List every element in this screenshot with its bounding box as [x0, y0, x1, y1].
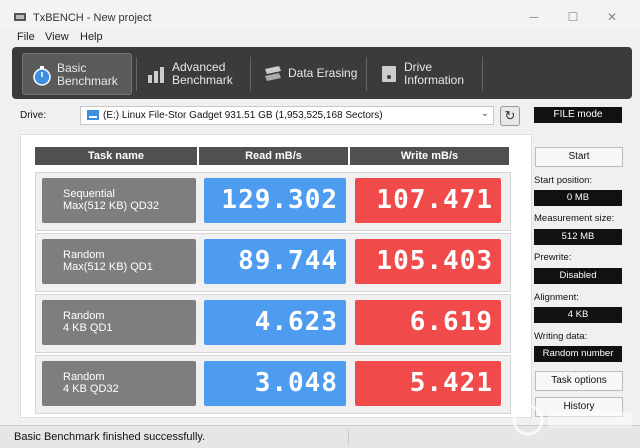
start-button[interactable]: Start — [535, 147, 623, 167]
toolbar-divider — [366, 57, 367, 91]
status-divider — [348, 429, 349, 445]
measurement-size-value[interactable]: 512 MB — [534, 229, 622, 245]
start-position-value[interactable]: 0 MB — [534, 190, 622, 206]
read-value: 3.048 — [204, 361, 346, 406]
file-mode-button[interactable]: FILE mode — [534, 107, 622, 123]
drive-select[interactable]: (E:) Linux File-Stor Gadget 931.51 GB (1… — [80, 106, 494, 125]
menu-bar: File View Help — [0, 30, 640, 45]
drive-selected-value: (E:) Linux File-Stor Gadget 931.51 GB (1… — [103, 110, 383, 121]
task-name-cell: Sequential Max(512 KB) QD32 — [42, 178, 196, 223]
menu-view[interactable]: View — [45, 31, 69, 43]
tab-basic-label: Basic Benchmark — [57, 61, 118, 88]
task-name-cell: Random 4 KB QD1 — [42, 300, 196, 345]
read-value: 129.302 — [204, 178, 346, 223]
write-value: 6.619 — [355, 300, 501, 345]
menu-file[interactable]: File — [17, 31, 35, 43]
drive-label: Drive: — [20, 110, 47, 121]
tab-basic-benchmark[interactable]: Basic Benchmark — [22, 53, 132, 95]
menu-help[interactable]: Help — [80, 31, 103, 43]
toolbar-divider — [250, 57, 251, 91]
eraser-icon — [265, 66, 281, 81]
toolbar-divider — [482, 57, 483, 91]
window-title: TxBENCH - New project — [33, 12, 152, 24]
tab-data-erasing[interactable]: Data Erasing — [254, 53, 366, 93]
header-read: Read mB/s — [199, 147, 348, 165]
task-options-button[interactable]: Task options — [535, 371, 623, 391]
prewrite-label: Prewrite: — [534, 252, 572, 263]
close-button[interactable]: ✕ — [604, 9, 620, 25]
task-name-text: Random 4 KB QD32 — [63, 371, 119, 395]
task-name-cell: Random 4 KB QD32 — [42, 361, 196, 406]
refresh-icon: ↻ — [504, 108, 516, 123]
prewrite-value[interactable]: Disabled — [534, 268, 622, 284]
maximize-button[interactable]: ☐ — [565, 9, 581, 25]
refresh-button[interactable]: ↻ — [500, 106, 520, 126]
write-value: 5.421 — [355, 361, 501, 406]
task-name-text: Random Max(512 KB) QD1 — [63, 249, 153, 273]
tab-erasing-label: Data Erasing — [288, 66, 358, 80]
stopwatch-icon — [33, 66, 51, 86]
app-icon — [14, 13, 26, 21]
title-bar: TxBENCH - New project ─ ☐ ✕ — [0, 0, 640, 30]
read-value: 89.744 — [204, 239, 346, 284]
read-value: 4.623 — [204, 300, 346, 345]
header-write: Write mB/s — [350, 147, 509, 165]
toolbar: Basic Benchmark Advanced Benchmark Data … — [12, 47, 632, 99]
alignment-label: Alignment: — [534, 292, 579, 303]
writing-data-value[interactable]: Random number — [534, 346, 622, 362]
tab-drive-information[interactable]: Drive Information — [370, 53, 482, 93]
task-name-text: Sequential Max(512 KB) QD32 — [63, 188, 159, 212]
task-name-cell: Random Max(512 KB) QD1 — [42, 239, 196, 284]
tab-advanced-benchmark[interactable]: Advanced Benchmark — [138, 53, 248, 93]
minimize-button[interactable]: ─ — [526, 9, 542, 25]
write-value: 107.471 — [355, 178, 501, 223]
start-position-label: Start position: — [534, 175, 593, 186]
drive-icon — [382, 66, 396, 82]
toolbar-divider — [136, 57, 137, 91]
alignment-value[interactable]: 4 KB — [534, 307, 622, 323]
status-message: Basic Benchmark finished successfully. — [14, 431, 206, 443]
watermark-logo — [512, 404, 632, 436]
tab-info-label: Drive Information — [404, 60, 465, 87]
measurement-size-label: Measurement size: — [534, 213, 615, 224]
header-task-name: Task name — [35, 147, 197, 165]
tab-advanced-label: Advanced Benchmark — [172, 60, 233, 87]
disk-icon — [87, 110, 99, 120]
bar-chart-icon — [148, 67, 164, 83]
writing-data-label: Writing data: — [534, 331, 588, 342]
chevron-down-icon: ⌄ — [480, 108, 489, 119]
task-name-text: Random 4 KB QD1 — [63, 310, 113, 334]
write-value: 105.403 — [355, 239, 501, 284]
